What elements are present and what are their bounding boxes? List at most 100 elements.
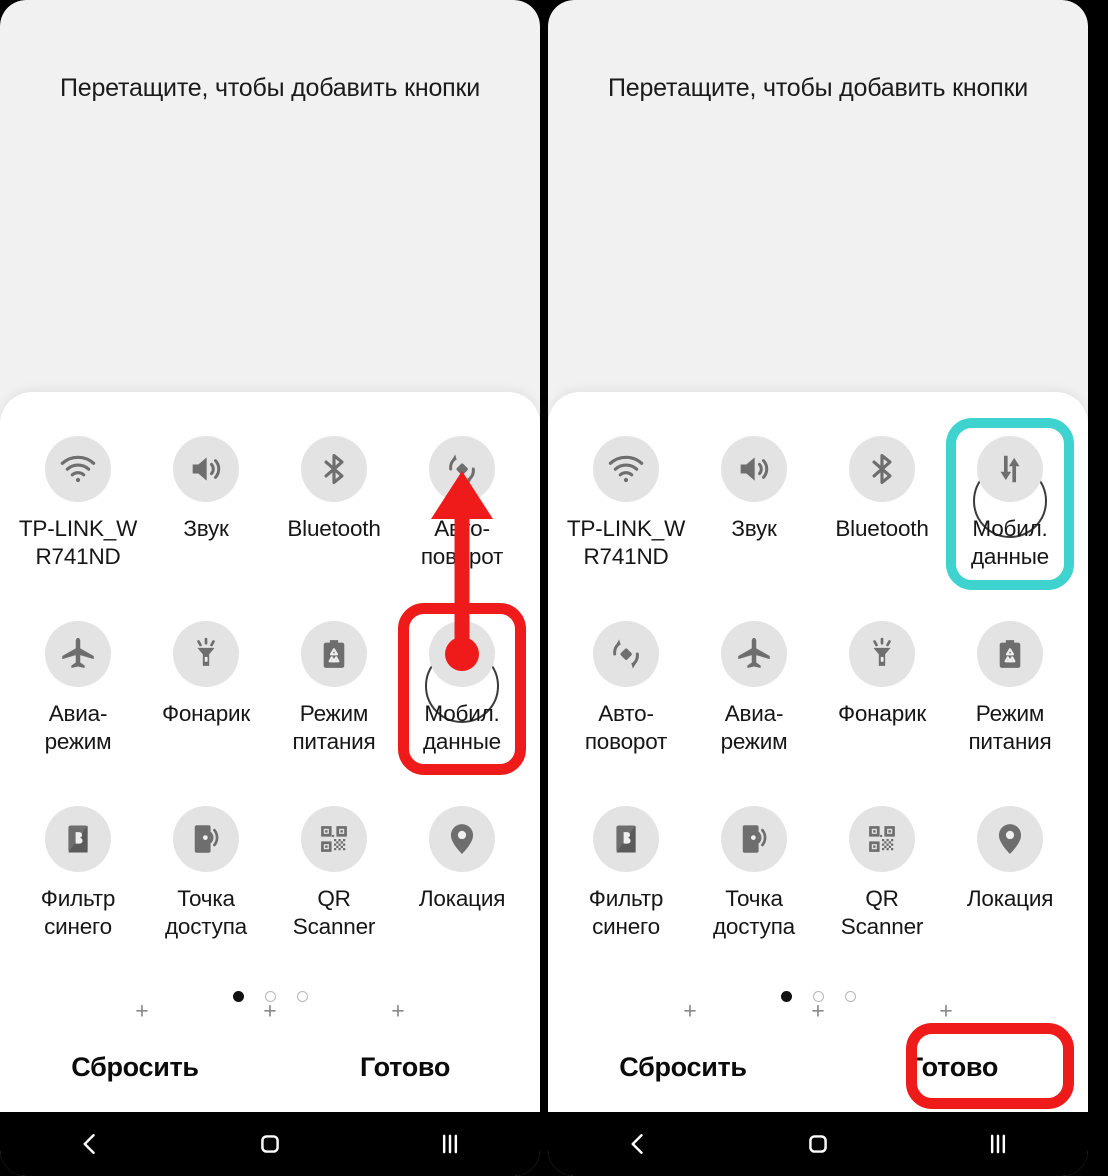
quick-tile-0[interactable]: TP-LINK_W R741ND	[562, 416, 690, 601]
auto-rotate-icon	[429, 436, 495, 502]
add-slot-plus-icon[interactable]: +	[683, 999, 696, 1023]
card-footer: Сбросить Готово	[0, 1022, 540, 1112]
card-footer: Сбросить Готово	[548, 1022, 1088, 1112]
quick-tile-2[interactable]: Bluetooth	[270, 416, 398, 601]
quick-tile-11[interactable]: Локация	[398, 786, 526, 971]
quick-tile-3[interactable]: Мобил. данные	[946, 416, 1074, 601]
back-chevron-icon[interactable]	[548, 1130, 728, 1158]
quick-tile-7[interactable]: Мобил. данные	[398, 601, 526, 786]
qr-scanner-icon	[849, 806, 915, 872]
location-icon	[977, 806, 1043, 872]
airplane-icon	[45, 621, 111, 687]
phone-screen: Перетащите, чтобы добавить кнопки TP-LIN…	[548, 0, 1088, 1176]
quick-settings-card: TP-LINK_W R741ND Звук Bluetooth	[0, 392, 540, 1022]
airplane-icon	[721, 621, 787, 687]
quick-tile-label: QR Scanner	[840, 886, 924, 939]
hotspot-icon	[173, 806, 239, 872]
quick-tile-6[interactable]: Режим питания	[270, 601, 398, 786]
quick-tile-label: Мобил. данные	[423, 701, 501, 754]
quick-tile-label: Режим питания	[292, 701, 376, 754]
phone-panel-before: Перетащите, чтобы добавить кнопки TP-LIN…	[0, 0, 540, 1176]
quick-tile-label: Bluetooth	[835, 516, 929, 541]
quick-settings-grid: TP-LINK_W R741ND Звук Bluetooth	[14, 416, 526, 971]
quick-tile-label: Звук	[183, 516, 229, 541]
phone-screen: Перетащите, чтобы добавить кнопки TP-LIN…	[0, 0, 540, 1176]
blue-filter-icon	[45, 806, 111, 872]
power-mode-icon	[977, 621, 1043, 687]
quick-tile-label: Фонарик	[161, 701, 251, 726]
quick-tile-label: TP-LINK_W R741ND	[18, 516, 138, 569]
blue-filter-icon	[593, 806, 659, 872]
qr-scanner-icon	[301, 806, 367, 872]
quick-tile-4[interactable]: Авиа- режим	[14, 601, 142, 786]
quick-tile-label: Звук	[731, 516, 777, 541]
page-dot-2[interactable]	[296, 991, 308, 1002]
home-square-icon[interactable]	[180, 1130, 360, 1158]
wifi-icon	[45, 436, 111, 502]
flashlight-icon	[173, 621, 239, 687]
quick-tile-10[interactable]: QR Scanner	[270, 786, 398, 971]
page-dot-0[interactable]	[780, 991, 792, 1002]
bluetooth-icon	[849, 436, 915, 502]
quick-tile-8[interactable]: Фильтр синего	[562, 786, 690, 971]
recents-bars-icon[interactable]	[360, 1130, 540, 1158]
quick-tile-1[interactable]: Звук	[690, 416, 818, 601]
quick-tile-label: Точка доступа	[165, 886, 247, 939]
drag-hint-text: Перетащите, чтобы добавить кнопки	[607, 74, 1029, 102]
drag-hint-text: Перетащите, чтобы добавить кнопки	[59, 74, 481, 102]
quick-settings-card: TP-LINK_W R741ND Звук Bluetooth	[548, 392, 1088, 1022]
home-square-icon[interactable]	[728, 1130, 908, 1158]
bluetooth-icon	[301, 436, 367, 502]
back-chevron-icon[interactable]	[0, 1130, 180, 1158]
mobile-data-icon	[429, 621, 495, 687]
quick-tile-label: TP-LINK_W R741ND	[566, 516, 686, 569]
phone-panel-after: Перетащите, чтобы добавить кнопки TP-LIN…	[548, 0, 1088, 1176]
quick-tile-label: Bluetooth	[287, 516, 381, 541]
volume-icon	[721, 436, 787, 502]
quick-tile-5[interactable]: Фонарик	[142, 601, 270, 786]
quick-tile-10[interactable]: QR Scanner	[818, 786, 946, 971]
quick-tile-label: Авиа- режим	[44, 701, 112, 754]
add-slot-plus-icon[interactable]: +	[263, 999, 276, 1023]
add-slot-plus-icon[interactable]: +	[391, 999, 404, 1023]
recents-bars-icon[interactable]	[908, 1130, 1088, 1158]
quick-tile-label: Локация	[966, 886, 1054, 911]
quick-tile-0[interactable]: TP-LINK_W R741ND	[14, 416, 142, 601]
quick-tile-label: Фонарик	[837, 701, 927, 726]
add-slot-plus-icon[interactable]: +	[939, 999, 952, 1023]
quick-tile-7[interactable]: Режим питания	[946, 601, 1074, 786]
quick-tile-8[interactable]: Фильтр синего	[14, 786, 142, 971]
android-navigation-bar	[548, 1112, 1088, 1176]
mobile-data-icon	[977, 436, 1043, 502]
power-mode-icon	[301, 621, 367, 687]
quick-tile-label: QR Scanner	[292, 886, 376, 939]
quick-tile-label: Точка доступа	[713, 886, 795, 939]
reset-button[interactable]: Сбросить	[548, 1052, 818, 1083]
quick-tile-2[interactable]: Bluetooth	[818, 416, 946, 601]
add-slot-plus-icon[interactable]: +	[811, 999, 824, 1023]
quick-tile-1[interactable]: Звук	[142, 416, 270, 601]
quick-tile-label: Режим питания	[968, 701, 1052, 754]
quick-tile-4[interactable]: Авто- поворот	[562, 601, 690, 786]
reset-button[interactable]: Сбросить	[0, 1052, 270, 1083]
volume-icon	[173, 436, 239, 502]
quick-tile-label: Локация	[418, 886, 506, 911]
quick-tile-5[interactable]: Авиа- режим	[690, 601, 818, 786]
flashlight-icon	[849, 621, 915, 687]
screenshot-stage: Перетащите, чтобы добавить кнопки TP-LIN…	[0, 0, 1108, 1176]
quick-tile-3[interactable]: Авто- поворот	[398, 416, 526, 601]
wifi-icon	[593, 436, 659, 502]
location-icon	[429, 806, 495, 872]
quick-tile-9[interactable]: Точка доступа	[690, 786, 818, 971]
quick-tile-11[interactable]: Локация	[946, 786, 1074, 971]
add-slot-plus-icon[interactable]: +	[135, 999, 148, 1023]
auto-rotate-icon	[593, 621, 659, 687]
android-navigation-bar	[0, 1112, 540, 1176]
done-button[interactable]: Готово	[270, 1052, 540, 1083]
page-dot-0[interactable]	[232, 991, 244, 1002]
quick-tile-9[interactable]: Точка доступа	[142, 786, 270, 971]
quick-tile-label: Авто- поворот	[584, 701, 668, 754]
done-button[interactable]: Готово	[818, 1052, 1088, 1083]
quick-tile-6[interactable]: Фонарик	[818, 601, 946, 786]
page-dot-2[interactable]	[844, 991, 856, 1002]
